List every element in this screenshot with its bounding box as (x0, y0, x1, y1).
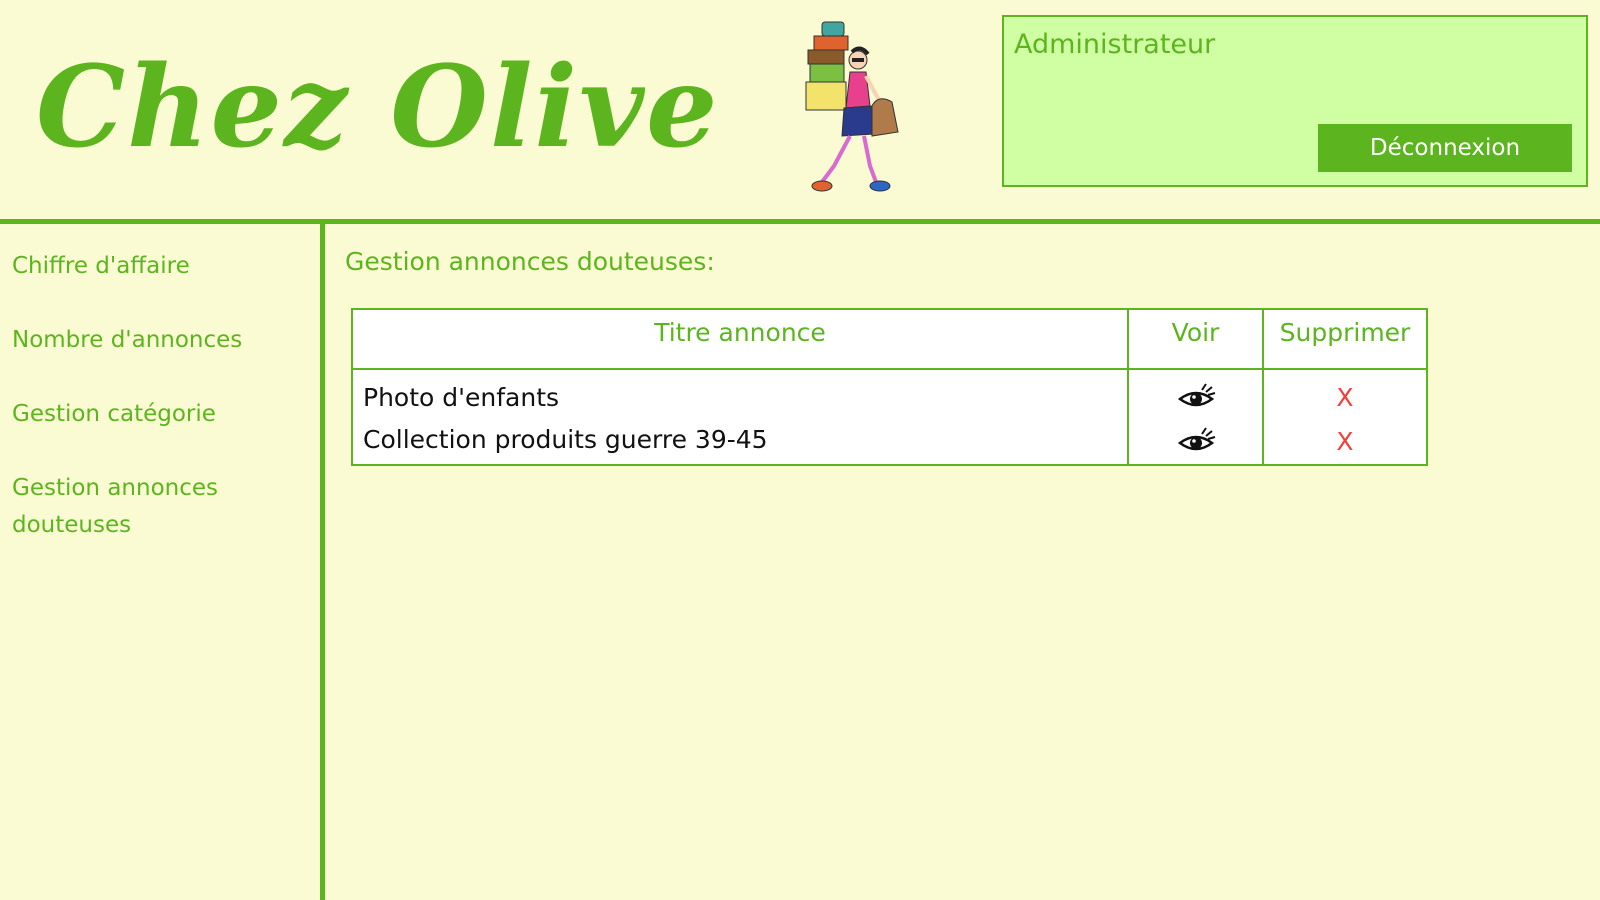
delete-cell: X (1262, 369, 1428, 418)
sidebar-item-gestion-annonces-douteuses[interactable]: Gestion annonces douteuses (12, 470, 242, 544)
site-title[interactable]: Chez Olive (36, 52, 719, 164)
suspicious-ads-table: Titre annonce Voir Supprimer Photo d'enf… (351, 308, 1428, 466)
sidebar-item-nombre-annonces[interactable]: Nombre d'annonces (12, 322, 312, 359)
ad-title: Photo d'enfants (351, 369, 1129, 418)
mascot-illustration (805, 21, 899, 192)
sidebar-item-chiffre-affaire[interactable]: Chiffre d'affaire (12, 248, 312, 285)
page: Chez Olive Administrateur Déconnexion Ch… (0, 0, 1600, 900)
eye-icon[interactable] (1176, 381, 1216, 413)
admin-panel: Administrateur Déconnexion (1002, 15, 1588, 187)
eye-icon[interactable] (1176, 425, 1216, 457)
view-cell (1127, 418, 1264, 465)
user-role-label: Administrateur (1014, 29, 1216, 60)
header: Chez Olive Administrateur Déconnexion (0, 0, 1600, 220)
sidebar-item-gestion-categorie[interactable]: Gestion catégorie (12, 396, 312, 433)
column-header-supprimer: Supprimer (1262, 308, 1428, 370)
table-row: Photo d'enfants X (351, 369, 1428, 418)
logout-button[interactable]: Déconnexion (1318, 124, 1572, 172)
table-header-row: Titre annonce Voir Supprimer (351, 308, 1428, 370)
delete-button[interactable]: X (1336, 427, 1353, 456)
sidebar-divider (320, 224, 325, 900)
ad-title: Collection produits guerre 39-45 (351, 418, 1129, 465)
column-header-voir: Voir (1127, 308, 1264, 370)
delete-cell: X (1262, 418, 1428, 465)
view-cell (1127, 369, 1264, 418)
table-row: Collection produits guerre 39-45 X (351, 418, 1428, 465)
page-title: Gestion annonces douteuses: (345, 247, 715, 276)
sidebar: Chiffre d'affaire Nombre d'annonces Gest… (0, 224, 320, 900)
delete-button[interactable]: X (1336, 383, 1353, 412)
column-header-titre: Titre annonce (351, 308, 1129, 370)
